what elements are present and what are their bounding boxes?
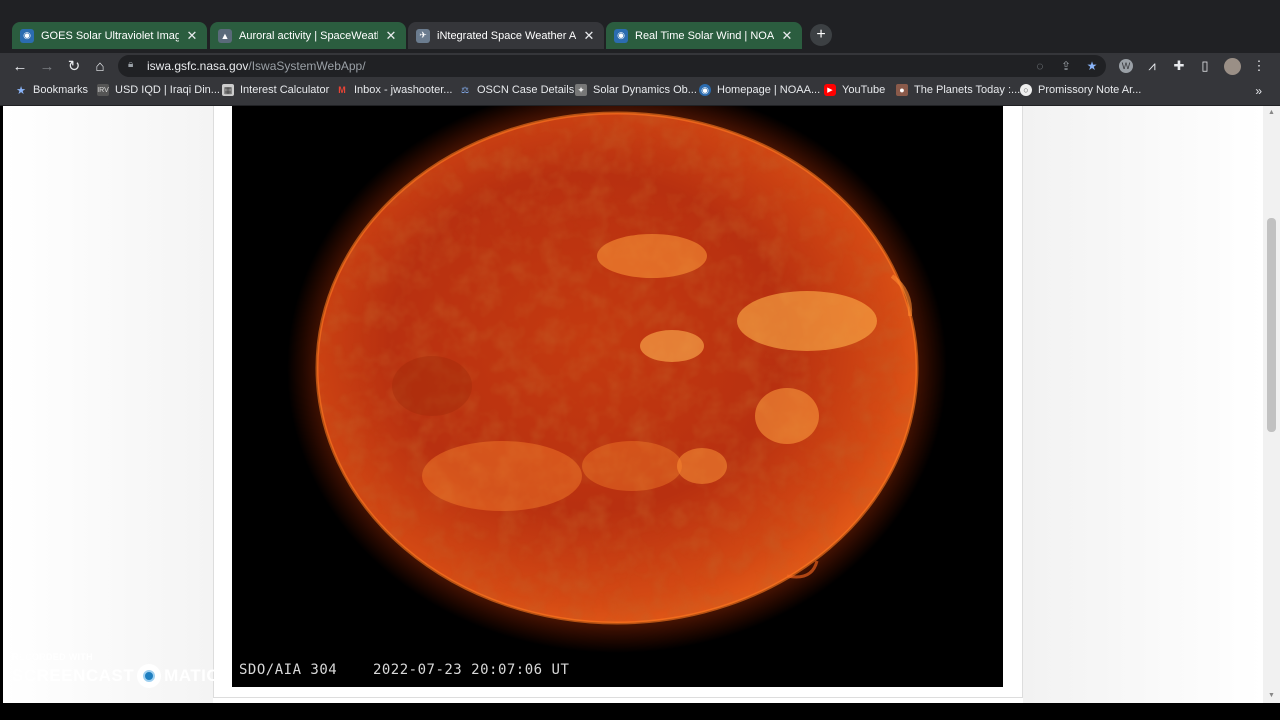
share-icon[interactable]: ⇪ [1058,58,1074,74]
arrow-left-icon: ← [12,57,28,75]
scales-icon: ⚖ [460,84,470,95]
extension-w-icon[interactable]: ⩘ [1143,57,1161,75]
watermark-brand-left: SCREENCAST [12,666,135,685]
bookmark-label: Interest Calculator [240,84,330,96]
new-tab-button[interactable]: + [810,24,832,46]
side-panel-icon[interactable]: ▯ [1196,57,1214,75]
tab-goes-suvi[interactable]: ◉ GOES Solar Ultraviolet Imager (SU ✕ [12,22,207,49]
tab-title: iNtegrated Space Weather Analy [437,29,576,42]
bookmark-star-icon[interactable]: ★ [1084,58,1100,74]
bookmark-sdo[interactable]: ✦ Solar Dynamics Ob... [575,84,697,96]
page-content: SDO/AIA 304 2022-07-23 20:07:06 UT [3,106,1263,703]
bookmark-bookmarks[interactable]: ★ Bookmarks [15,84,89,97]
tab-title: Real Time Solar Wind | NOAA / N [635,29,774,42]
noaa-icon: ◉ [699,84,711,96]
currency-icon: IRV [97,84,109,96]
close-icon[interactable]: ✕ [582,28,596,44]
bottom-strip [0,703,1280,720]
browser-toolbar: ← → ↻ ⌂ 🔒︎ iswa.gsfc.nasa.gov/IswaSystem… [0,53,1280,79]
sun-image-caption: SDO/AIA 304 2022-07-23 20:07:06 UT [239,662,569,678]
bookmark-oscn[interactable]: ⚖ OSCN Case Details [459,84,574,96]
home-icon: ⌂ [95,57,105,75]
bookmark-label: YouTube [842,84,886,96]
tab-solar-wind[interactable]: ◉ Real Time Solar Wind | NOAA / N ✕ [606,22,802,49]
nasa-icon: ✈ [416,28,430,43]
bookmark-label: Promissory Note Ar... [1038,84,1142,96]
tab-auroral-activity[interactable]: ▲ Auroral activity | SpaceWeatherLi ✕ [210,22,406,49]
aurora-icon: ▲ [218,28,232,43]
url-host: iswa.gsfc.nasa.gov [147,59,249,73]
home-button[interactable]: ⌂ [90,56,110,76]
reload-button[interactable]: ↻ [64,56,84,76]
reload-icon: ↻ [67,58,81,75]
timestamp-label: 2022-07-23 20:07:06 UT [372,662,570,678]
watermark-brand: SCREENCAST MATIC [12,664,219,688]
noaa-icon: ◉ [614,28,628,43]
vertical-scrollbar[interactable]: ▲ ▼ [1263,106,1280,703]
gmail-icon: M [338,85,346,95]
watermark-recorded-with: RECORDED WITH [12,652,93,662]
instrument-label: SDO/AIA 304 [239,662,338,678]
scrollbar-thumb[interactable] [1267,218,1276,432]
back-button[interactable]: ← [10,56,30,76]
page-margin-right [1023,106,1263,703]
wordpress-icon[interactable]: W [1117,57,1135,75]
screencast-watermark: RECORDED WITH SCREENCAST MATIC [12,652,219,688]
bookmark-planets-today[interactable]: ● The Planets Today :... [896,84,1020,96]
bookmarks-overflow-button[interactable]: » [1255,84,1262,98]
scroll-down-icon[interactable]: ▼ [1267,692,1276,701]
noaa-icon: ◉ [20,28,34,43]
close-icon[interactable]: ✕ [384,28,398,44]
close-icon[interactable]: ✕ [780,28,794,44]
url-path: /IswaSystemWebApp/ [248,59,366,73]
sun-disk-graphic [232,106,1003,687]
sun-image[interactable]: SDO/AIA 304 2022-07-23 20:07:06 UT [232,106,1003,687]
bookmarks-bar: ★ Bookmarks IRV USD IQD | Iraqi Din... ▦… [0,79,1280,106]
bookmark-label: The Planets Today :... [914,84,1021,96]
tab-title: Auroral activity | SpaceWeatherLi [239,29,378,42]
bookmark-label: Solar Dynamics Ob... [593,84,697,96]
page-margin-left [3,106,213,703]
bookmark-promissory-note[interactable]: ○ Promissory Note Ar... [1020,84,1141,96]
menu-icon[interactable]: ⋮ [1250,57,1268,75]
bookmark-noaa[interactable]: ◉ Homepage | NOAA... [699,84,820,96]
calculator-icon: ▦ [222,84,234,96]
bookmark-label: Inbox - jwashooter... [354,84,453,96]
puzzle-icon[interactable]: ✚ [1170,57,1188,75]
url-text: iswa.gsfc.nasa.gov/IswaSystemWebApp/ [147,59,366,73]
document-icon: ○ [1020,84,1032,96]
bookmark-label: OSCN Case Details [477,84,575,96]
forward-button[interactable]: → [37,56,57,76]
bookmark-label: Homepage | NOAA... [717,84,821,96]
sdo-icon: ✦ [575,84,587,96]
plus-icon: + [816,26,826,43]
planets-icon: ● [896,84,908,96]
bookmark-inbox[interactable]: M Inbox - jwashooter... [336,84,452,96]
tab-strip: ◉ GOES Solar Ultraviolet Imager (SU ✕ ▲ … [0,0,1280,53]
close-icon[interactable]: ✕ [185,28,199,44]
youtube-icon: ▶ [824,84,836,96]
lock-icon: 🔒︎ [128,59,134,70]
arrow-right-icon: → [39,57,55,75]
bookmark-interest-calculator[interactable]: ▦ Interest Calculator [222,84,329,96]
eye-off-icon[interactable]: ◌ [1032,58,1048,74]
bookmark-youtube[interactable]: ▶ YouTube [824,84,885,96]
scroll-up-icon[interactable]: ▲ [1267,109,1276,118]
avatar[interactable] [1223,57,1241,75]
bookmark-usd-iqd[interactable]: IRV USD IQD | Iraqi Din... [97,84,220,96]
screencast-lens-icon [137,664,162,688]
tab-title: GOES Solar Ultraviolet Imager (SU [41,29,179,42]
bookmark-label: Bookmarks [33,84,89,96]
star-icon: ★ [16,84,26,97]
bookmark-label: USD IQD | Iraqi Din... [115,84,220,96]
tab-iswa[interactable]: ✈ iNtegrated Space Weather Analy ✕ [408,22,604,49]
address-bar[interactable]: 🔒︎ iswa.gsfc.nasa.gov/IswaSystemWebApp/ … [118,55,1106,77]
watermark-brand-right: MATIC [164,666,220,685]
